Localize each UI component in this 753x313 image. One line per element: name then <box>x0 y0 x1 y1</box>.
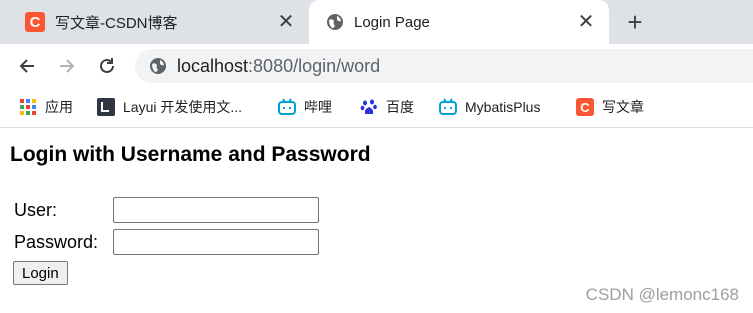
reload-icon <box>100 58 114 73</box>
bookmark-label: MybatisPlus <box>465 99 541 115</box>
globe-icon <box>326 13 344 31</box>
bookmark-write-article[interactable]: C 写文章 <box>576 96 644 118</box>
password-input[interactable] <box>113 229 319 255</box>
tab-csdn[interactable]: C 写文章-CSDN博客 ✕ <box>0 0 309 44</box>
tab-strip: C 写文章-CSDN博客 ✕ Login Page ✕ + <box>0 0 753 44</box>
bookmark-bilibili[interactable]: 哔哩 <box>278 96 332 118</box>
csdn-c-icon: C <box>25 12 45 32</box>
globe-icon <box>150 58 166 74</box>
bookmark-mybatisplus[interactable]: MybatisPlus <box>439 96 540 118</box>
csdn-c-icon: C <box>576 98 594 116</box>
bookmark-label: 百度 <box>386 99 414 115</box>
url-host: localhost <box>177 55 249 76</box>
close-icon[interactable]: ✕ <box>275 11 297 33</box>
bilibili-icon <box>278 98 296 115</box>
bookmark-label: 哔哩 <box>304 99 332 115</box>
forward-arrow-icon <box>60 59 75 73</box>
page-content: Login with Username and Password User: P… <box>0 128 753 313</box>
username-label: User: <box>14 200 58 220</box>
password-label: Password: <box>14 232 99 252</box>
bookmark-apps[interactable]: 应用 <box>19 96 73 118</box>
bookmark-layui[interactable]: Layui 开发使用文... <box>97 96 242 118</box>
reload-button[interactable] <box>93 52 121 80</box>
address-bar[interactable]: localhost:8080/login/word <box>135 49 753 83</box>
url-path: :8080/login/word <box>248 55 381 76</box>
watermark: CSDN @lemonc168 <box>585 285 739 304</box>
tab-login-page[interactable]: Login Page ✕ <box>309 0 609 44</box>
login-button[interactable]: Login <box>13 261 68 285</box>
bookmark-baidu[interactable]: 百度 <box>360 96 414 118</box>
bookmark-label: 写文章 <box>602 99 644 115</box>
layui-icon <box>97 98 115 116</box>
bilibili-icon <box>439 98 457 115</box>
apps-grid-icon <box>20 99 36 115</box>
page-heading: Login with Username and Password <box>10 143 371 166</box>
close-icon[interactable]: ✕ <box>575 11 597 33</box>
browser-toolbar: localhost:8080/login/word <box>0 44 753 88</box>
bookmark-label: 应用 <box>45 99 73 115</box>
username-input[interactable] <box>113 197 319 223</box>
bookmark-label: Layui 开发使用文... <box>123 99 243 115</box>
tab-title: 写文章-CSDN博客 <box>55 14 178 32</box>
url-text: localhost:8080/login/word <box>177 56 380 77</box>
new-tab-button[interactable]: + <box>621 9 649 35</box>
back-button[interactable] <box>13 52 41 80</box>
forward-button[interactable] <box>53 52 81 80</box>
back-arrow-icon <box>19 59 34 73</box>
tab-title: Login Page <box>354 13 430 31</box>
baidu-paw-icon <box>360 99 377 114</box>
bookmarks-bar: 应用 Layui 开发使用文... 哔哩 百度 MybatisPlus C 写文… <box>0 88 753 128</box>
